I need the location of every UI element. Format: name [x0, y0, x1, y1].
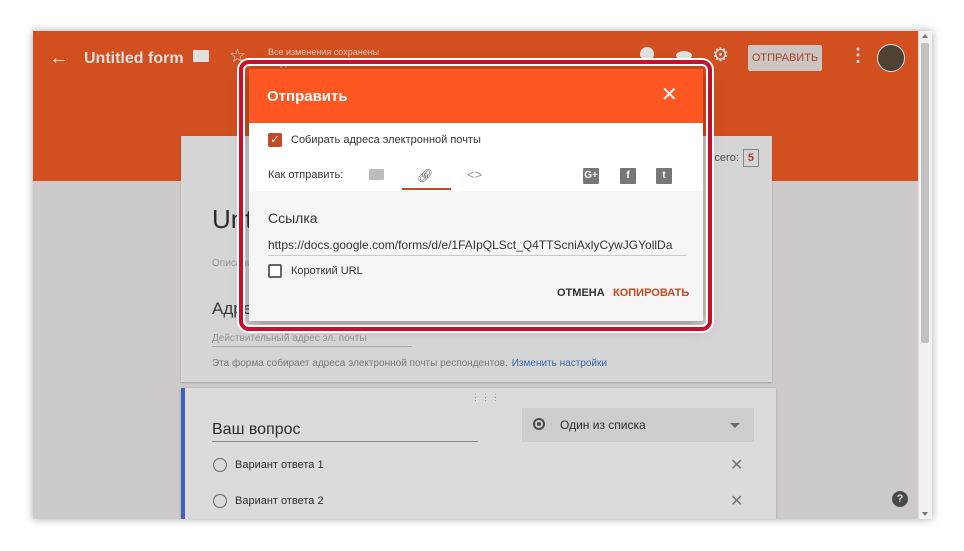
scroll-up-icon[interactable] [922, 34, 928, 38]
vertical-scrollbar[interactable] [918, 31, 932, 519]
scrollbar-thumb[interactable] [921, 43, 929, 343]
highlight-frame [239, 60, 712, 331]
scroll-down-icon[interactable] [922, 512, 928, 516]
